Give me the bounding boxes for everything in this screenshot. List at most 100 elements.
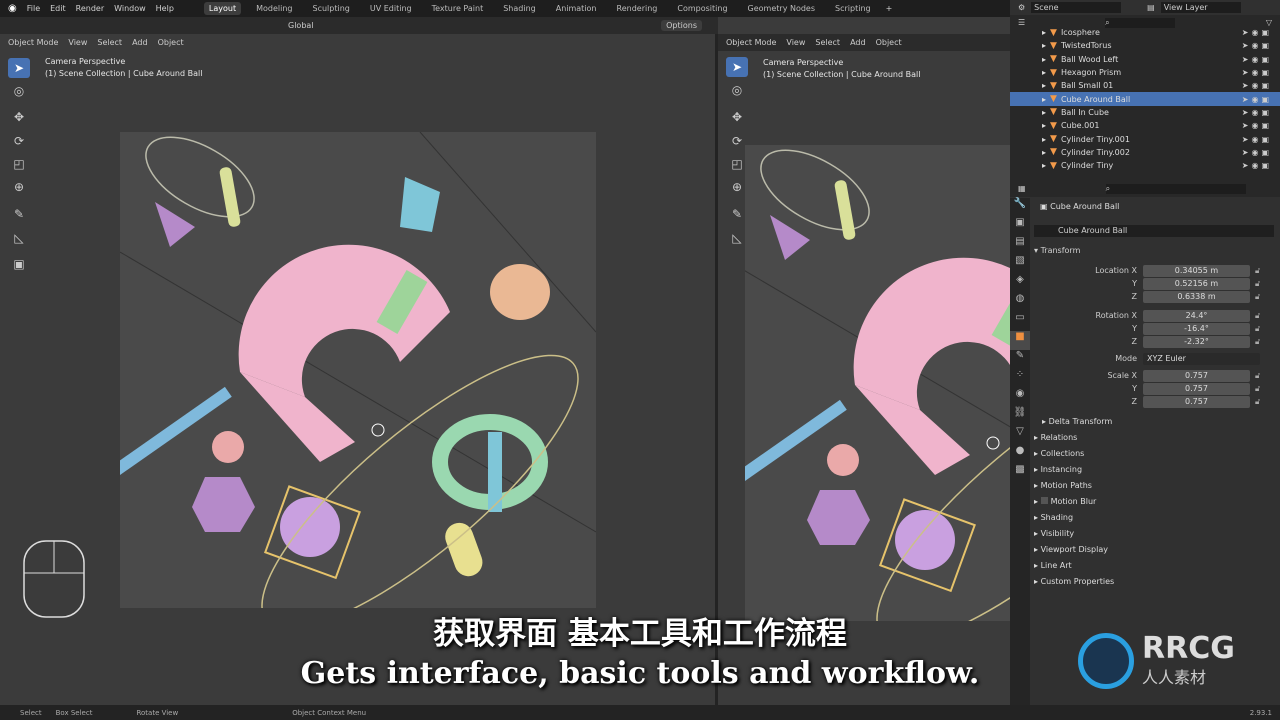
outliner-item[interactable]: ▸ ▼ Ball Small 01 ➤◉▣	[1010, 79, 1280, 92]
tab-geometry-nodes[interactable]: Geometry Nodes	[743, 2, 820, 15]
selectable-icon[interactable]: ➤	[1242, 161, 1252, 170]
menu-object[interactable]: Object	[876, 38, 902, 47]
menu-select[interactable]: Select	[97, 38, 122, 47]
selectable-icon[interactable]: ➤	[1242, 148, 1252, 157]
menu-edit[interactable]: Edit	[50, 4, 66, 13]
tab-scripting[interactable]: Scripting	[830, 2, 876, 15]
outliner-item[interactable]: ▸ ▼ Icosphere ➤◉▣	[1010, 26, 1280, 39]
expand-arrow-icon[interactable]: ▸	[1042, 108, 1046, 117]
expand-arrow-icon[interactable]: ▸	[1042, 148, 1046, 157]
tab-uv-editing[interactable]: UV Editing	[365, 2, 417, 15]
object-tab-icon[interactable]: ■	[1010, 331, 1030, 350]
outliner-item[interactable]: ▸ ▼ Cylinder Tiny.001 ➤◉▣	[1010, 132, 1280, 145]
modifier-tab-icon[interactable]: ✎	[1010, 350, 1030, 369]
lock-icon[interactable]: 🔓︎	[1255, 397, 1260, 407]
measure-tool-icon[interactable]: ◺	[8, 228, 30, 248]
menu-select[interactable]: Select	[815, 38, 840, 47]
lock-icon[interactable]: 🔓︎	[1255, 371, 1260, 381]
selectable-icon[interactable]: ➤	[1242, 135, 1252, 144]
selectable-icon[interactable]: ➤	[1242, 41, 1252, 50]
search-icon[interactable]: ⌕	[1105, 183, 1246, 194]
camera-icon[interactable]: ▣	[1261, 148, 1272, 157]
selectable-icon[interactable]: ➤	[1242, 121, 1252, 130]
menu-help[interactable]: Help	[156, 4, 174, 13]
options-button[interactable]: Options	[661, 20, 702, 31]
lock-icon[interactable]: 🔓︎	[1255, 337, 1260, 347]
menu-object[interactable]: Object	[158, 38, 184, 47]
panel-header[interactable]: ▸ Shading	[1034, 510, 1073, 526]
transform-orientation-dropdown[interactable]: Global	[288, 21, 314, 30]
property-field[interactable]: 0.52156 m	[1143, 277, 1250, 290]
move-tool-icon[interactable]: ✥	[8, 107, 30, 127]
scale-tool-icon[interactable]: ◰	[8, 154, 30, 174]
property-field[interactable]: -16.4°	[1143, 322, 1250, 335]
menu-add[interactable]: Add	[132, 38, 148, 47]
property-field[interactable]: 0.6338 m	[1143, 290, 1250, 303]
selectable-icon[interactable]: ➤	[1242, 28, 1252, 37]
menu-add[interactable]: Add	[850, 38, 866, 47]
lock-icon[interactable]: 🔓︎	[1255, 266, 1260, 276]
camera-icon[interactable]: ▣	[1261, 135, 1272, 144]
cursor-tool-icon[interactable]: ◎	[8, 81, 30, 101]
expand-arrow-icon[interactable]: ▸	[1042, 121, 1046, 130]
property-field[interactable]: 0.757	[1143, 395, 1250, 408]
camera-icon[interactable]: ▣	[1261, 95, 1272, 104]
tab-layout[interactable]: Layout	[203, 2, 242, 15]
lock-icon[interactable]: 🔓︎	[1255, 324, 1260, 334]
outliner-item[interactable]: ▸ ▼ Hexagon Prism ➤◉▣	[1010, 66, 1280, 79]
camera-icon[interactable]: ▣	[1261, 41, 1272, 50]
add-workspace-icon[interactable]: +	[886, 4, 893, 13]
property-field[interactable]: 0.757	[1143, 382, 1250, 395]
tab-sculpting[interactable]: Sculpting	[308, 2, 355, 15]
panel-header[interactable]: ▸ Collections	[1034, 446, 1084, 462]
mode-dropdown[interactable]: Object Mode	[8, 38, 58, 47]
lock-icon[interactable]: 🔓︎	[1255, 292, 1260, 302]
eye-icon[interactable]: ◉	[1251, 81, 1261, 90]
rotate-tool-icon[interactable]: ⟳	[8, 131, 30, 151]
display-mode-icon[interactable]: ☰	[1018, 18, 1025, 27]
property-field[interactable]: -2.32°	[1143, 335, 1250, 348]
menu-view[interactable]: View	[786, 38, 805, 47]
constraints-tab-icon[interactable]: ⛓	[1010, 407, 1030, 426]
expand-arrow-icon[interactable]: ▸	[1042, 81, 1046, 90]
outliner-item[interactable]: ▸ ▼ Cylinder Tiny ➤◉▣	[1010, 159, 1280, 172]
output-tab-icon[interactable]: ▤	[1010, 236, 1030, 255]
panel-header[interactable]: ▸ Visibility	[1034, 526, 1074, 542]
selectable-icon[interactable]: ➤	[1242, 81, 1252, 90]
expand-arrow-icon[interactable]: ▸	[1042, 161, 1046, 170]
annotate-tool-icon[interactable]: ✎	[8, 204, 30, 224]
panel-header[interactable]: ▸ Motion Paths	[1034, 478, 1092, 494]
selectable-icon[interactable]: ➤	[1242, 68, 1252, 77]
eye-icon[interactable]: ◉	[1251, 41, 1261, 50]
viewport-left[interactable]: Object Mode View Select Add Object Camer…	[0, 34, 715, 705]
mode-dropdown[interactable]: Object Mode	[726, 38, 776, 47]
selectable-icon[interactable]: ➤	[1242, 55, 1252, 64]
data-tab-icon[interactable]: ▽	[1010, 426, 1030, 445]
scene-tab-icon[interactable]: ◈	[1010, 274, 1030, 293]
panel-header[interactable]: ▸ Instancing	[1034, 462, 1082, 478]
collection-tab-icon[interactable]: ▭	[1010, 312, 1030, 331]
editor-type-icon[interactable]: ▦	[1018, 184, 1026, 193]
camera-icon[interactable]: ▣	[1261, 55, 1272, 64]
property-field[interactable]: 0.757	[1143, 369, 1250, 382]
outliner-item[interactable]: ▸ ▼ Cube.001 ➤◉▣	[1010, 119, 1280, 132]
property-field[interactable]: 24.4°	[1143, 309, 1250, 322]
panel-header[interactable]: ▸ Relations	[1034, 430, 1077, 446]
eye-icon[interactable]: ◉	[1251, 28, 1261, 37]
tab-animation[interactable]: Animation	[551, 2, 602, 15]
eye-icon[interactable]: ◉	[1251, 68, 1261, 77]
menu-render[interactable]: Render	[76, 4, 104, 13]
rotation-mode-dropdown[interactable]: XYZ Euler	[1143, 352, 1260, 365]
outliner-item[interactable]: ▸ ▼ Cylinder Tiny.002 ➤◉▣	[1010, 146, 1280, 159]
move-tool-icon[interactable]: ✥	[726, 107, 748, 127]
blender-logo-icon[interactable]: ◉	[8, 3, 17, 14]
eye-icon[interactable]: ◉	[1251, 135, 1261, 144]
select-tool-icon[interactable]: ➤	[8, 58, 30, 78]
expand-arrow-icon[interactable]: ▸	[1042, 55, 1046, 64]
property-field[interactable]: 0.34055 m	[1143, 264, 1250, 277]
select-tool-icon[interactable]: ➤	[726, 57, 748, 77]
panel-header[interactable]: ▸ Motion Blur	[1034, 494, 1096, 510]
eye-icon[interactable]: ◉	[1251, 148, 1261, 157]
search-icon[interactable]: ⌕	[1105, 17, 1176, 28]
panel-header[interactable]: ▸ Custom Properties	[1034, 574, 1114, 590]
